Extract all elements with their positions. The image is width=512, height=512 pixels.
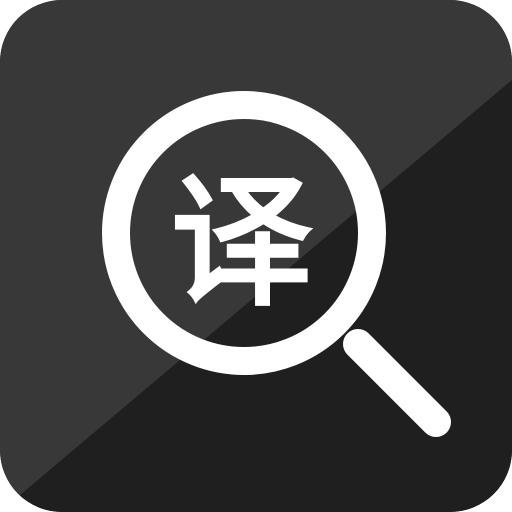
app-icon-canvas: 译 bbox=[0, 0, 512, 512]
translate-glyph: 译 bbox=[170, 160, 313, 326]
